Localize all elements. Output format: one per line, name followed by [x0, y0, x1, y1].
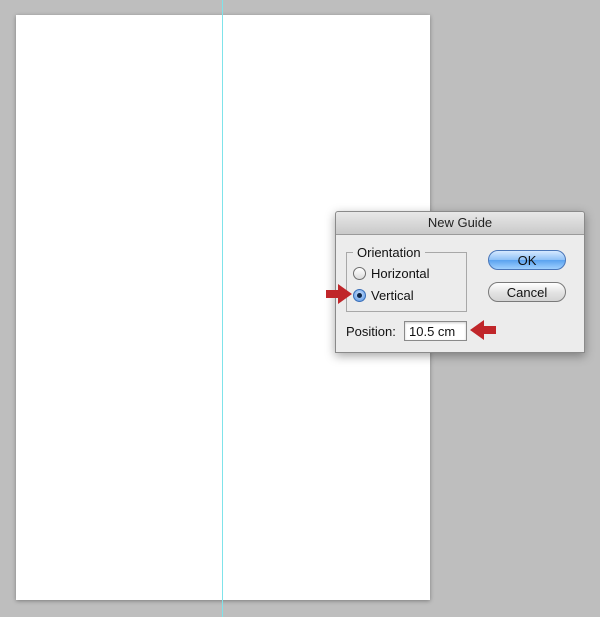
orientation-group	[346, 252, 467, 312]
new-guide-dialog: New Guide Orientation Horizontal Vertica…	[335, 211, 585, 353]
red-arrow-icon	[326, 284, 352, 304]
vertical-guide-line[interactable]	[222, 0, 223, 617]
dialog-title: New Guide	[336, 212, 584, 235]
radio-horizontal[interactable]: Horizontal	[353, 266, 430, 281]
ok-button[interactable]: OK	[488, 250, 566, 270]
radio-vertical-button[interactable]	[353, 289, 366, 302]
radio-horizontal-button[interactable]	[353, 267, 366, 280]
orientation-legend: Orientation	[353, 245, 425, 260]
red-arrow-icon	[470, 320, 496, 340]
cancel-button[interactable]: Cancel	[488, 282, 566, 302]
radio-horizontal-label: Horizontal	[371, 266, 430, 281]
position-label: Position:	[346, 324, 396, 339]
radio-vertical[interactable]: Vertical	[353, 288, 414, 303]
radio-vertical-label: Vertical	[371, 288, 414, 303]
position-input[interactable]	[404, 321, 467, 341]
